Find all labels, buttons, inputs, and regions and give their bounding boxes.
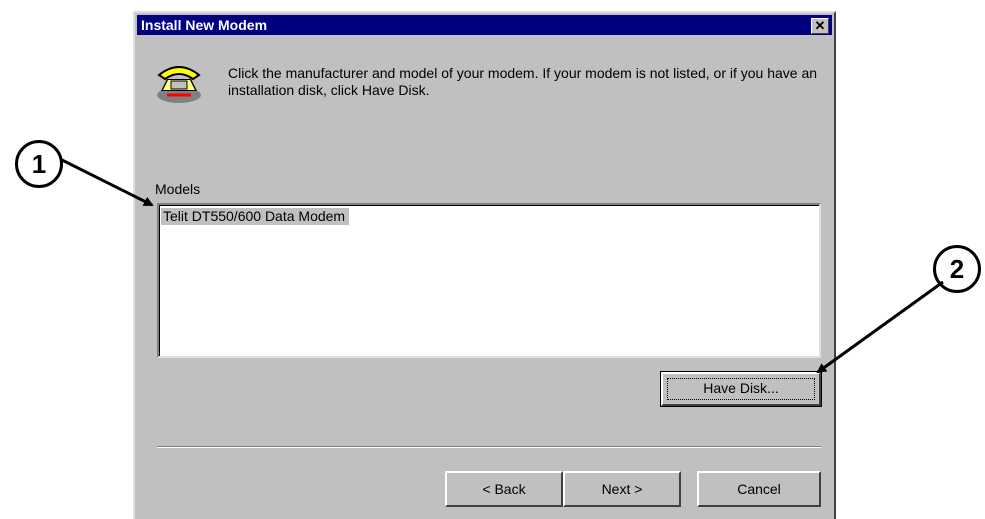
have-disk-button[interactable]: Have Disk... (660, 371, 822, 407)
close-button[interactable]: ✕ (811, 18, 829, 34)
cancel-button[interactable]: Cancel (697, 471, 821, 507)
back-button[interactable]: < Back (445, 471, 563, 507)
title-bar: Install New Modem ✕ (137, 15, 832, 35)
instructions-text: Click the manufacturer and model of your… (228, 65, 818, 98)
install-new-modem-dialog: Install New Modem ✕ Click the manufactur… (133, 11, 836, 519)
arrow-2 (816, 280, 944, 374)
have-disk-label: Have Disk... (703, 380, 779, 396)
list-item[interactable]: Telit DT550/600 Data Modem (161, 208, 350, 225)
models-label: Models (155, 181, 201, 197)
callout-2: 2 (933, 245, 981, 293)
models-listbox[interactable]: Telit DT550/600 Data Modem (157, 203, 821, 358)
next-button[interactable]: Next > (563, 471, 681, 507)
telephone-icon (157, 66, 201, 103)
separator (157, 446, 821, 448)
close-icon: ✕ (814, 18, 826, 33)
dialog-title: Install New Modem (141, 17, 268, 33)
callout-1: 1 (15, 140, 63, 188)
